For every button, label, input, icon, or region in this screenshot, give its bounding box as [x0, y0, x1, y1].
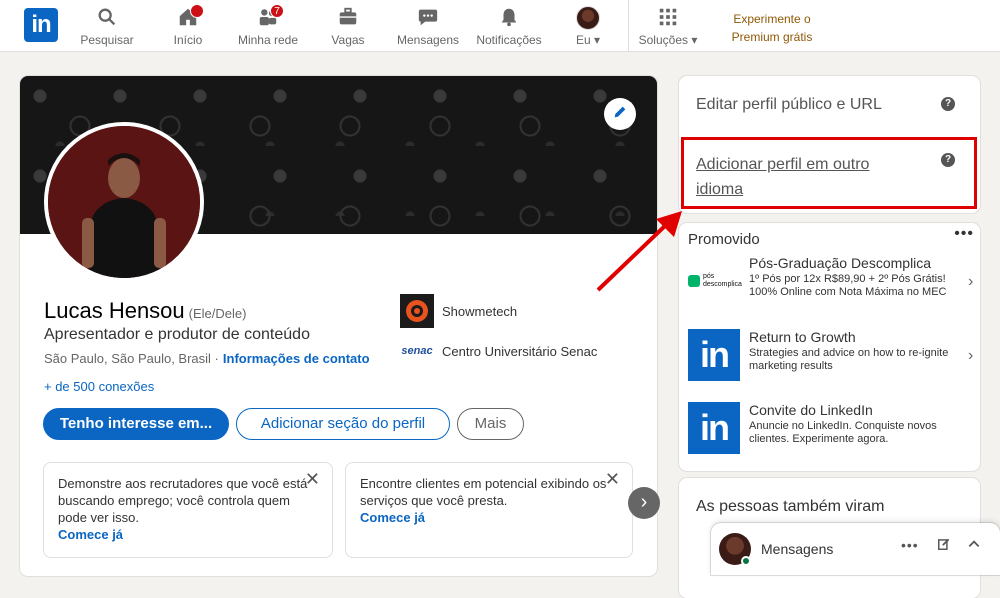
profile-card: Lucas Hensou (Ele/Dele) Apresentador e pr… [20, 76, 657, 576]
nav-solutions[interactable]: Soluções ▾ [636, 6, 700, 47]
linkedin-logo: in [688, 402, 740, 454]
profile-location-row: São Paulo, São Paulo, Brasil · Informaçõe… [44, 351, 370, 366]
caret-down-icon: ▾ [594, 33, 601, 47]
messaging-label: Mensagens [761, 541, 834, 557]
premium-trial-link[interactable]: Experimente o Premium grátis [722, 10, 822, 46]
suggestion-card: ✕ Demonstre aos recrutadores que você es… [43, 462, 333, 558]
suggestion-text: Encontre clientes em potencial exibindo … [360, 476, 607, 508]
compose-icon[interactable] [937, 537, 951, 554]
org-senac[interactable]: senac Centro Universitário Senac [400, 334, 597, 368]
nav-divider [628, 0, 629, 52]
add-profile-section-button[interactable]: Adicionar seção do perfil [236, 408, 450, 440]
nav-notifications-label: Notificações [476, 33, 542, 47]
ad-title: Pós-Graduação Descomplica [749, 255, 932, 271]
nav-home-label: Início [173, 33, 203, 47]
more-options-icon[interactable]: ••• [954, 225, 974, 243]
suggestion-card: ✕ Encontre clientes em potencial exibind… [345, 462, 633, 558]
profile-name: Lucas Hensou [44, 298, 185, 323]
chevron-right-icon: › [640, 491, 648, 513]
profile-photo-image [48, 126, 200, 278]
nav-search[interactable]: Pesquisar [80, 6, 134, 47]
suggestion-text: Demonstre aos recrutadores que você está… [58, 476, 308, 525]
promoted-title: Promovido [688, 231, 760, 248]
more-options-icon[interactable]: ••• [901, 537, 919, 553]
showmetech-logo [400, 294, 434, 328]
chevron-up-icon[interactable] [967, 537, 981, 554]
grid-icon [636, 6, 700, 30]
pencil-icon [612, 104, 628, 125]
descomplica-logo-text: pós descomplica [703, 273, 742, 288]
nav-jobs-label: Vagas [331, 33, 365, 47]
chevron-right-icon: › [968, 347, 974, 364]
nav-home[interactable]: Início [166, 4, 210, 47]
ad-title: Convite do LinkedIn [749, 402, 873, 418]
highlight-annotation-box [681, 137, 977, 209]
top-navigation: in Pesquisar Início 7 Minha rede Vagas M… [0, 0, 1000, 52]
ad-body: Strategies and advice on how to re-ignit… [749, 347, 949, 372]
more-button[interactable]: Mais [457, 408, 524, 440]
org-showmetech-name: Showmetech [442, 303, 518, 319]
chevron-right-icon: › [968, 273, 974, 290]
annotation-arrow [596, 211, 682, 292]
search-icon [80, 6, 134, 30]
briefcase-icon [328, 6, 368, 30]
close-icon[interactable]: ✕ [605, 470, 620, 488]
carousel-next-button[interactable]: › [628, 487, 660, 519]
senac-logo: senac [400, 334, 434, 368]
home-icon [166, 4, 210, 30]
org-senac-name: Centro Universitário Senac [442, 343, 598, 359]
nav-notifications[interactable]: Notificações [473, 6, 545, 47]
people-also-viewed-title: As pessoas também viram [696, 498, 885, 515]
nav-messaging-label: Mensagens [396, 33, 460, 47]
nav-me-label: Eu [575, 33, 591, 47]
caret-down-icon: ▾ [691, 33, 698, 47]
open-to-button[interactable]: Tenho interesse em... [43, 408, 229, 440]
nav-my-network[interactable]: 7 Minha rede [236, 4, 300, 47]
nav-messaging[interactable]: Mensagens [395, 6, 461, 47]
ad-body: Anuncie no LinkedIn. Conquiste novos cli… [749, 420, 937, 445]
profile-pronoun: (Ele/Dele) [188, 306, 247, 321]
network-icon: 7 [236, 4, 300, 30]
ad-title: Return to Growth [749, 329, 856, 345]
home-notification-badge [190, 4, 204, 18]
get-started-link[interactable]: Comece já [58, 526, 318, 543]
network-notification-badge: 7 [270, 4, 284, 18]
edit-banner-button[interactable] [604, 98, 636, 130]
ad-body: 1º Pós por 12x R$89,90 + 2º Pós Grátis! … [749, 273, 947, 298]
promoted-card: Promovido ••• pós descomplica Pós-Gradua… [679, 223, 980, 471]
profile-location: São Paulo, São Paulo, Brasil · [44, 351, 219, 366]
premium-line-1: Experimente o [733, 12, 811, 26]
connections-link[interactable]: + de 500 conexões [44, 379, 154, 394]
senac-logo-text: senac [401, 345, 433, 357]
nav-solutions-label: Soluções [638, 33, 688, 47]
messaging-overlay[interactable]: Mensagens ••• [711, 523, 1000, 575]
profile-name-row: Lucas Hensou (Ele/Dele) [44, 298, 246, 324]
nav-search-label: Pesquisar [80, 33, 134, 47]
profile-headline: Apresentador e produtor de conteúdo [44, 326, 310, 343]
profile-photo[interactable] [44, 122, 204, 282]
help-icon[interactable]: ? [941, 97, 955, 111]
online-status-indicator [741, 556, 751, 566]
org-showmetech[interactable]: Showmetech [400, 294, 517, 328]
nav-me[interactable]: Eu ▾ [570, 6, 606, 47]
linkedin-logo[interactable]: in [24, 8, 58, 42]
descomplica-logo: pós descomplica [688, 255, 742, 307]
bell-icon [473, 6, 545, 30]
promoted-ad[interactable]: pós descomplica Pós-Graduação Descomplic… [688, 255, 978, 307]
nav-my-network-label: Minha rede [237, 33, 299, 47]
edit-public-profile-link[interactable]: Editar perfil público e URL [696, 96, 882, 114]
linkedin-logo: in [688, 329, 740, 381]
promoted-ad[interactable]: in Convite do LinkedIn Anuncie no Linked… [688, 402, 978, 454]
contact-info-link[interactable]: Informações de contato [223, 351, 370, 366]
promoted-ad[interactable]: in Return to Growth Strategies and advic… [688, 329, 978, 381]
get-started-link[interactable]: Comece já [360, 509, 618, 526]
messaging-icon [395, 6, 461, 30]
close-icon[interactable]: ✕ [305, 470, 320, 488]
premium-line-2: Premium grátis [731, 30, 813, 44]
avatar [576, 6, 600, 30]
nav-jobs[interactable]: Vagas [328, 6, 368, 47]
